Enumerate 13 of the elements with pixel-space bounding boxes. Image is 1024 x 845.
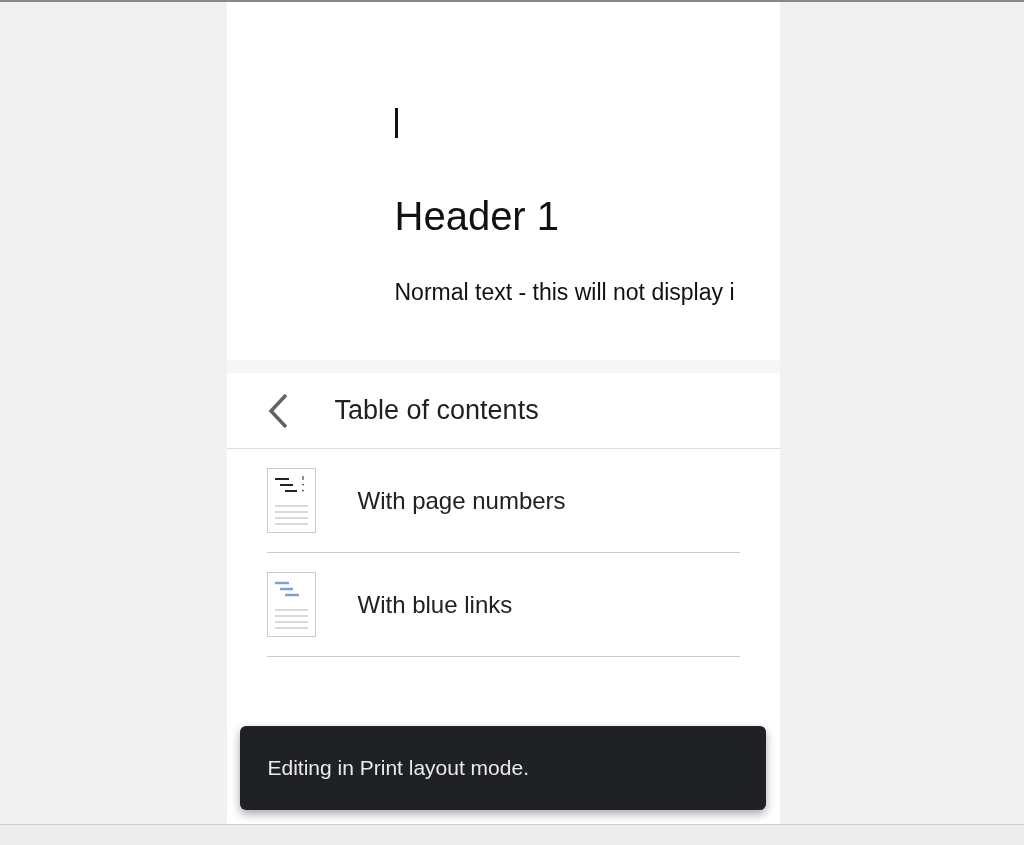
back-icon	[266, 392, 289, 429]
text-cursor	[394, 108, 398, 138]
back-button[interactable]	[266, 392, 289, 429]
document-text: Normal text - this will not display i	[394, 279, 736, 306]
option-label: With page numbers	[357, 486, 566, 515]
panel-title: Table of contents	[334, 395, 539, 426]
toc-option[interactable]: With blue links	[266, 553, 740, 657]
option-label: With blue links	[357, 590, 513, 619]
toc-option[interactable]: With page numbers	[266, 449, 740, 553]
numbered-page-icon	[266, 468, 316, 533]
document-heading: Header 1	[394, 194, 561, 239]
snackbar-message: Editing in Print layout mode.	[267, 756, 529, 780]
links-page-icon	[266, 572, 316, 637]
